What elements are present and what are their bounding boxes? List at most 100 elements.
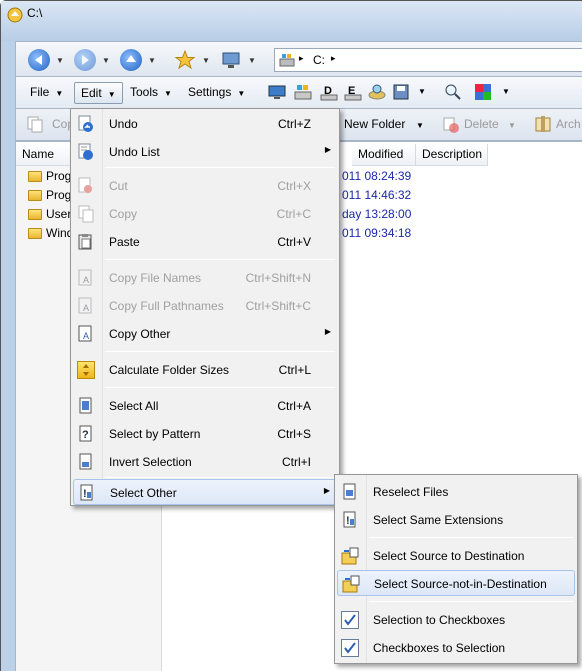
menu-item-select-by-pattern[interactable]: ? Select by Pattern Ctrl+S — [73, 421, 337, 447]
archive-button[interactable]: Arch — [556, 117, 581, 131]
menu-item-label: Copy File Names — [109, 271, 202, 285]
chevron-down-icon: ▼ — [237, 89, 246, 98]
copy-icon[interactable] — [26, 115, 44, 133]
menu-tools-label: Tools — [130, 85, 159, 99]
menu-item-shortcut: Ctrl+V — [277, 235, 311, 249]
computer-dropdown[interactable]: ▼ — [248, 56, 256, 65]
menu-item-select-source-to-destination[interactable]: Select Source to Destination — [337, 543, 575, 569]
menu-settings-label: Settings — [188, 85, 232, 99]
delete-icon[interactable] — [442, 116, 460, 134]
favorites-dropdown[interactable]: ▼ — [202, 56, 210, 65]
breadcrumb-path[interactable]: C: — [313, 53, 325, 67]
cut-icon — [77, 177, 95, 195]
menu-item-shortcut: Ctrl+S — [277, 427, 311, 441]
menu-item-label: Undo List — [109, 145, 160, 159]
back-history-dropdown[interactable]: ▼ — [56, 56, 64, 65]
menu-separator — [369, 601, 573, 602]
menu-item-shortcut: Ctrl+Z — [278, 117, 311, 131]
menu-item-copy[interactable]: Copy Ctrl+C — [73, 201, 337, 227]
menu-item-undo-list[interactable]: Undo List ▶ — [73, 139, 337, 165]
menu-file-label: File — [30, 85, 50, 99]
address-bar[interactable]: ▸ C: ▸ — [274, 48, 582, 72]
up-folder-icon[interactable] — [120, 49, 142, 71]
drives-dropdown[interactable]: ▼ — [418, 87, 426, 96]
breadcrumb-separator[interactable]: ▸ — [331, 53, 336, 64]
drive-e-icon[interactable]: E — [344, 83, 362, 101]
menu-item-cut[interactable]: Cut Ctrl+X — [73, 173, 337, 199]
menu-item-select-same-extensions[interactable]: ! Select Same Extensions — [337, 507, 575, 533]
back-arrow-icon[interactable] — [28, 49, 50, 71]
breadcrumb-separator[interactable]: ▸ — [299, 53, 304, 64]
window-title: C:\ — [27, 6, 43, 20]
menu-item-selection-to-checkboxes[interactable]: Selection to Checkboxes — [337, 607, 575, 633]
menu-item-copy-full-pathnames[interactable]: A Copy Full Pathnames Ctrl+Shift+C — [73, 293, 337, 319]
column-header-modified[interactable]: Modified — [352, 144, 416, 166]
favorites-star-icon[interactable] — [174, 49, 196, 71]
select-all-icon — [77, 397, 95, 415]
copy-full-pathnames-icon: A — [77, 297, 95, 315]
title-bar[interactable]: C:\ — [1, 1, 582, 41]
paste-icon — [77, 233, 95, 251]
source-not-in-destination-icon — [342, 575, 360, 593]
select-other-icon: ! — [78, 484, 96, 502]
menu-item-label: Copy Other — [109, 327, 171, 341]
menu-item-reselect-files[interactable]: Reselect Files — [337, 479, 575, 505]
menu-item-calculate-folder-sizes[interactable]: Calculate Folder Sizes Ctrl+L — [73, 357, 337, 383]
find-files-icon[interactable] — [444, 83, 462, 101]
floppy-icon[interactable] — [392, 83, 410, 101]
menu-item-select-source-not-in-destination[interactable]: Select Source-not-in-Destination — [337, 570, 575, 596]
network-drive-icon[interactable] — [368, 83, 386, 101]
menu-item-select-all[interactable]: Select All Ctrl+A — [73, 393, 337, 419]
file-row[interactable]: Prog — [28, 186, 71, 205]
menu-item-copy-file-names[interactable]: A Copy File Names Ctrl+Shift+N — [73, 265, 337, 291]
menu-item-shortcut: Ctrl+C — [276, 207, 311, 221]
forward-arrow-icon[interactable] — [74, 49, 96, 71]
view-dropdown[interactable]: ▼ — [502, 87, 510, 96]
submenu-arrow-icon: ▶ — [323, 486, 330, 495]
menu-item-shortcut: Ctrl+L — [278, 363, 311, 377]
svg-text:!: ! — [346, 515, 350, 527]
file-row[interactable]: Prog — [28, 167, 71, 186]
monitor-icon[interactable] — [268, 83, 286, 101]
drive-d-icon[interactable]: D — [320, 83, 338, 101]
file-name: Prog — [46, 188, 72, 202]
menu-bar: File ▼ Edit ▼ Tools ▼ Settings ▼ D E ▼ ▼ — [15, 77, 582, 109]
checkbox-icon — [341, 611, 359, 629]
file-modified: day 13:28:00 — [342, 207, 412, 221]
view-layout-icon[interactable] — [474, 83, 492, 101]
menu-item-checkboxes-to-selection[interactable]: Checkboxes to Selection — [337, 635, 575, 661]
computer-icon[interactable] — [220, 49, 242, 71]
menu-edit[interactable]: Edit ▼ — [74, 82, 123, 104]
delete-button[interactable]: Delete — [464, 117, 499, 131]
menu-file[interactable]: File ▼ — [24, 82, 69, 104]
delete-dropdown[interactable]: ▼ — [508, 121, 516, 130]
copy-file-names-icon: A — [77, 269, 95, 287]
menu-item-invert-selection[interactable]: Invert Selection Ctrl+I — [73, 449, 337, 475]
menu-tools[interactable]: Tools ▼ — [124, 82, 178, 104]
menu-item-undo[interactable]: Undo Ctrl+Z — [73, 111, 337, 137]
menu-separator — [105, 351, 335, 352]
menu-item-label: Select Source-not-in-Destination — [374, 577, 547, 591]
menu-settings[interactable]: Settings ▼ — [182, 82, 251, 104]
up-dropdown[interactable]: ▼ — [148, 56, 156, 65]
new-folder-dropdown[interactable]: ▼ — [416, 121, 424, 130]
menu-edit-label: Edit — [81, 86, 102, 100]
menu-item-copy-other[interactable]: A Copy Other ▶ — [73, 321, 337, 347]
navigation-bar: ▼ ▼ ▼ ▼ ▼ ▸ C: ▸ — [15, 41, 582, 77]
menu-item-label: Selection to Checkboxes — [373, 613, 506, 627]
menu-separator — [105, 387, 335, 388]
drive-c-icon[interactable] — [294, 83, 312, 101]
forward-history-dropdown[interactable]: ▼ — [102, 56, 110, 65]
folder-icon — [28, 228, 42, 240]
menu-item-paste[interactable]: Paste Ctrl+V — [73, 229, 337, 255]
menu-separator — [105, 259, 335, 260]
checkbox-icon — [341, 639, 359, 657]
new-folder-button[interactable]: New Folder — [344, 117, 405, 131]
source-to-destination-icon — [341, 547, 359, 565]
same-extensions-icon: ! — [341, 511, 359, 529]
column-header-description[interactable]: Description — [416, 144, 488, 166]
archive-icon[interactable] — [534, 115, 552, 133]
svg-text:A: A — [83, 303, 89, 313]
svg-text:?: ? — [82, 429, 89, 441]
menu-item-select-other[interactable]: ! Select Other ▶ — [73, 479, 337, 505]
